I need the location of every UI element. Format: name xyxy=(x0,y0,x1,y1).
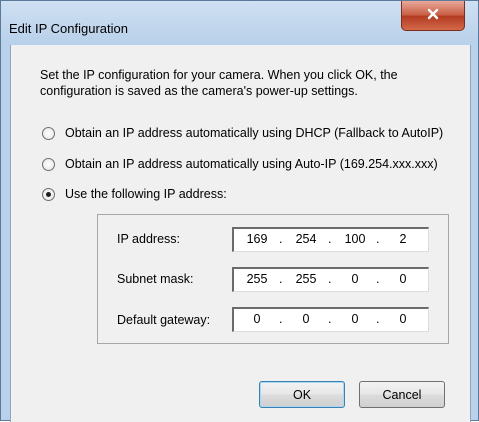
subnet-mask-octet-3: 0 xyxy=(351,272,359,286)
subnet-mask-separator: . xyxy=(376,272,380,286)
dialog-window: Edit IP Configuration Set the IP configu… xyxy=(0,0,479,422)
subnet-mask-octet-2: 255 xyxy=(295,272,317,286)
ip-address-label: IP address: xyxy=(117,232,181,246)
default-gateway-separator: . xyxy=(376,312,380,326)
radio-static-ip[interactable] xyxy=(42,187,55,201)
intro-text: Set the IP configuration for your camera… xyxy=(40,68,398,98)
subnet-mask-octet-1: 255 xyxy=(246,272,268,286)
subnet-mask-octet-4: 0 xyxy=(399,272,407,286)
default-gateway-octet-3: 0 xyxy=(351,312,359,326)
dialog-body: Set the IP configuration for your camera… xyxy=(10,45,471,422)
cancel-button[interactable]: Cancel xyxy=(359,381,445,408)
ip-address-octet-1: 169 xyxy=(246,232,268,246)
option-dhcp[interactable]: Obtain an IP address automatically using… xyxy=(42,124,443,142)
default-gateway-label: Default gateway: xyxy=(117,313,211,327)
option-static-ip[interactable]: Use the following IP address: xyxy=(42,185,227,203)
radio-auto-ip[interactable] xyxy=(42,157,55,171)
close-button[interactable] xyxy=(401,1,465,31)
option-dhcp-label: Obtain an IP address automatically using… xyxy=(65,126,444,140)
subnet-mask-input[interactable]: 255 . 255 . 0 . 0 xyxy=(232,267,429,292)
default-gateway-separator: . xyxy=(279,312,283,326)
default-gateway-input[interactable]: 0 . 0 . 0 . 0 xyxy=(232,307,429,332)
subnet-mask-label: Subnet mask: xyxy=(117,272,194,286)
ip-address-octet-4: 2 xyxy=(399,232,407,246)
ip-address-input[interactable]: 169 . 254 . 100 . 2 xyxy=(232,227,429,252)
ip-address-separator: . xyxy=(376,232,380,246)
close-icon xyxy=(427,7,439,25)
radio-dhcp[interactable] xyxy=(42,126,55,140)
ip-address-octet-3: 100 xyxy=(344,232,366,246)
ip-address-separator: . xyxy=(328,232,332,246)
ip-address-separator: . xyxy=(279,232,283,246)
ip-address-octet-2: 254 xyxy=(295,232,317,246)
option-auto-ip-label: Obtain an IP address automatically using… xyxy=(65,157,438,171)
default-gateway-octet-2: 0 xyxy=(302,312,310,326)
default-gateway-octet-1: 0 xyxy=(253,312,261,326)
default-gateway-octet-4: 0 xyxy=(399,312,407,326)
title-bar[interactable]: Edit IP Configuration xyxy=(1,1,478,45)
default-gateway-separator: . xyxy=(328,312,332,326)
window-title: Edit IP Configuration xyxy=(9,21,128,36)
ok-button[interactable]: OK xyxy=(259,381,345,408)
subnet-mask-separator: . xyxy=(328,272,332,286)
subnet-mask-separator: . xyxy=(279,272,283,286)
option-auto-ip[interactable]: Obtain an IP address automatically using… xyxy=(42,155,438,173)
option-static-ip-label: Use the following IP address: xyxy=(65,187,227,201)
